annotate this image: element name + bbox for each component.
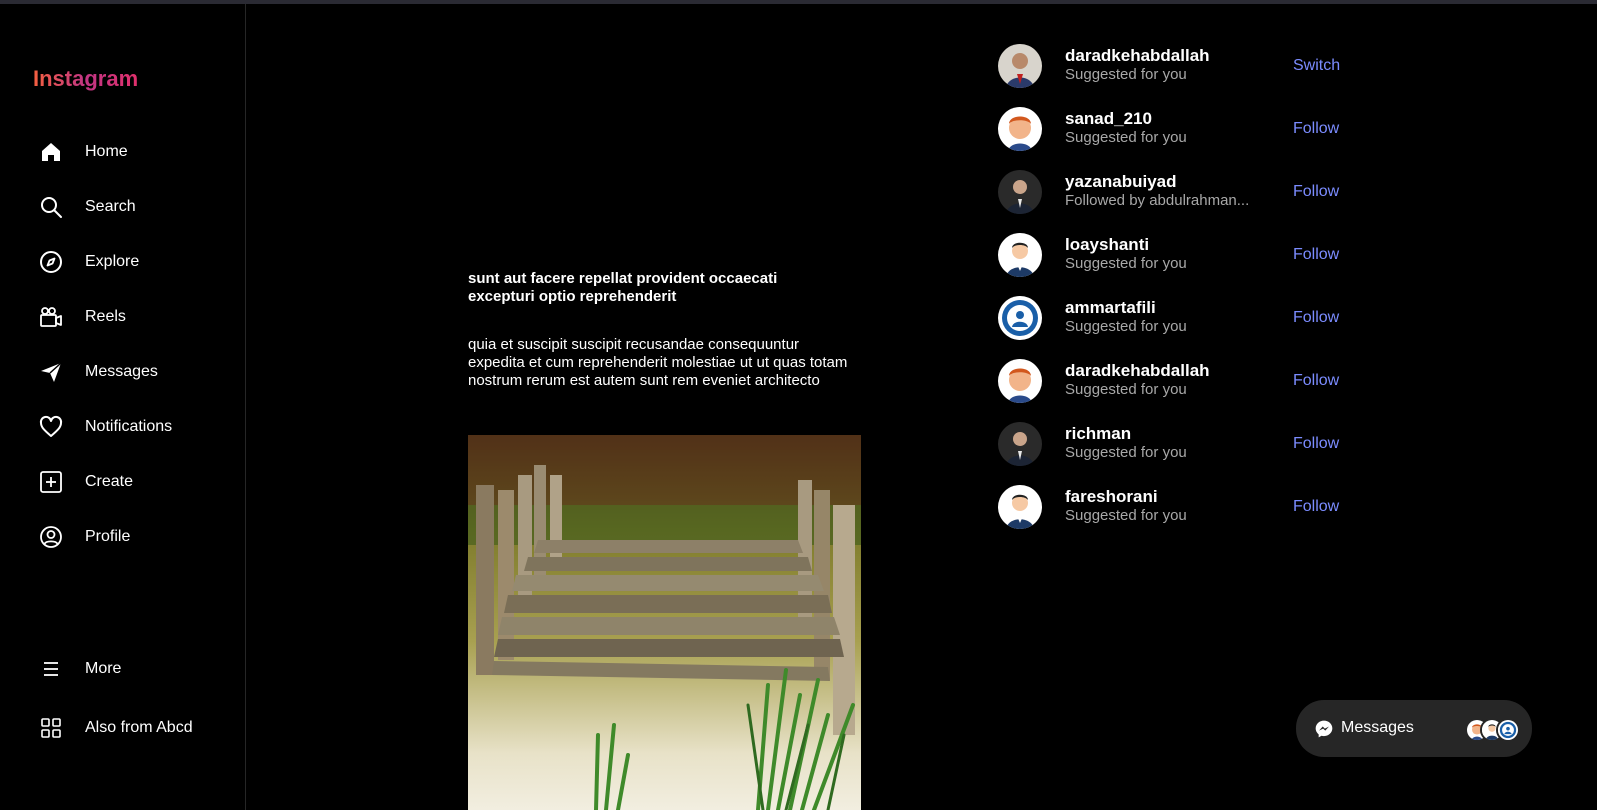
sidebar-item-label: Reels [85, 308, 126, 325]
sidebar-item-explore[interactable]: Explore [38, 247, 139, 277]
follow-button[interactable]: Follow [1293, 309, 1339, 327]
post-image[interactable] [468, 435, 861, 810]
suggestion-item: richman Suggested for you Follow [998, 422, 1348, 468]
post-body: quia et suscipit suscipit recusandae con… [468, 336, 848, 389]
messenger-icon [1314, 719, 1334, 739]
suggestion-subtitle: Suggested for you [1065, 444, 1187, 461]
switch-button[interactable]: Switch [1293, 57, 1340, 75]
avatar [1496, 718, 1520, 742]
suggestion-username[interactable]: fareshorani [1065, 487, 1158, 507]
follow-button[interactable]: Follow [1293, 372, 1339, 390]
suggestion-item: sanad_210 Suggested for you Follow [998, 107, 1348, 153]
sidebar-item-label: Profile [85, 528, 131, 545]
avatar[interactable] [998, 359, 1042, 403]
reels-icon [38, 304, 64, 330]
post-title: sunt aut facere repellat provident occae… [468, 270, 778, 305]
suggestion-subtitle: Suggested for you [1065, 318, 1187, 335]
suggestion-username[interactable]: daradkehabdallah [1065, 46, 1210, 66]
follow-button[interactable]: Follow [1293, 120, 1339, 138]
sidebar: Instagram Home Search Explore Reels Mess… [0, 4, 246, 810]
sidebar-item-label: Explore [85, 253, 140, 270]
sidebar-item-profile[interactable]: Profile [38, 522, 130, 552]
suggestion-username[interactable]: yazanabuiyad [1065, 172, 1177, 192]
search-icon [38, 194, 64, 220]
sidebar-item-notifications[interactable]: Notifications [38, 412, 172, 442]
avatar[interactable] [998, 107, 1042, 151]
suggestion-item: yazanabuiyad Followed by abdulrahman... … [998, 170, 1348, 216]
avatar[interactable] [998, 44, 1042, 88]
avatar[interactable] [998, 233, 1042, 277]
suggestion-username[interactable]: ammartafili [1065, 298, 1156, 318]
sidebar-item-search[interactable]: Search [38, 192, 136, 222]
avatar[interactable] [998, 170, 1042, 214]
suggestion-subtitle: Suggested for you [1065, 66, 1187, 83]
instagram-logo[interactable]: Instagram [33, 66, 138, 92]
avatar[interactable] [998, 422, 1042, 466]
suggestion-item: ammartafili Suggested for you Follow [998, 296, 1348, 342]
suggestion-subtitle: Followed by abdulrahman... [1065, 192, 1250, 209]
home-icon [38, 139, 64, 165]
sidebar-item-messages[interactable]: Messages [38, 357, 158, 387]
menu-icon [38, 656, 64, 682]
avatar[interactable] [998, 485, 1042, 529]
suggestion-subtitle: Suggested for you [1065, 507, 1187, 524]
suggestion-item: fareshorani Suggested for you Follow [998, 485, 1348, 531]
heart-icon [38, 414, 64, 440]
suggestion-username[interactable]: sanad_210 [1065, 109, 1152, 129]
sidebar-item-label: Messages [85, 363, 158, 380]
sidebar-item-label: Create [85, 473, 134, 490]
suggestion-item: daradkehabdallah Suggested for you Switc… [998, 44, 1348, 90]
suggestion-item: loayshanti Suggested for you Follow [998, 233, 1348, 279]
sidebar-item-label: Also from Abcd [85, 719, 193, 736]
sidebar-item-also-from[interactable]: Also from Abcd [38, 713, 193, 743]
send-icon [38, 359, 64, 385]
suggestion-subtitle: Suggested for you [1065, 381, 1187, 398]
suggestion-username[interactable]: daradkehabdallah [1065, 361, 1210, 381]
messages-bar-label: Messages [1341, 719, 1414, 736]
suggestion-username[interactable]: loayshanti [1065, 235, 1149, 255]
follow-button[interactable]: Follow [1293, 183, 1339, 201]
sidebar-item-home[interactable]: Home [38, 137, 128, 167]
compass-icon [38, 249, 64, 275]
sidebar-item-more[interactable]: More [38, 654, 121, 684]
user-circle-icon [38, 524, 64, 550]
sidebar-item-label: Notifications [85, 418, 173, 435]
follow-button[interactable]: Follow [1293, 435, 1339, 453]
grid-icon [38, 715, 64, 741]
suggestion-subtitle: Suggested for you [1065, 255, 1187, 272]
sidebar-item-label: Home [85, 143, 128, 160]
sidebar-item-label: Search [85, 198, 136, 215]
sidebar-item-reels[interactable]: Reels [38, 302, 126, 332]
sidebar-item-label: More [85, 660, 122, 677]
follow-button[interactable]: Follow [1293, 246, 1339, 264]
suggestion-item: daradkehabdallah Suggested for you Follo… [998, 359, 1348, 405]
plus-square-icon [38, 469, 64, 495]
suggestion-subtitle: Suggested for you [1065, 129, 1187, 146]
avatar[interactable] [998, 296, 1042, 340]
messages-bar[interactable]: Messages [1296, 700, 1532, 757]
suggestion-username[interactable]: richman [1065, 424, 1131, 444]
sidebar-item-create[interactable]: Create [38, 467, 133, 497]
follow-button[interactable]: Follow [1293, 498, 1339, 516]
